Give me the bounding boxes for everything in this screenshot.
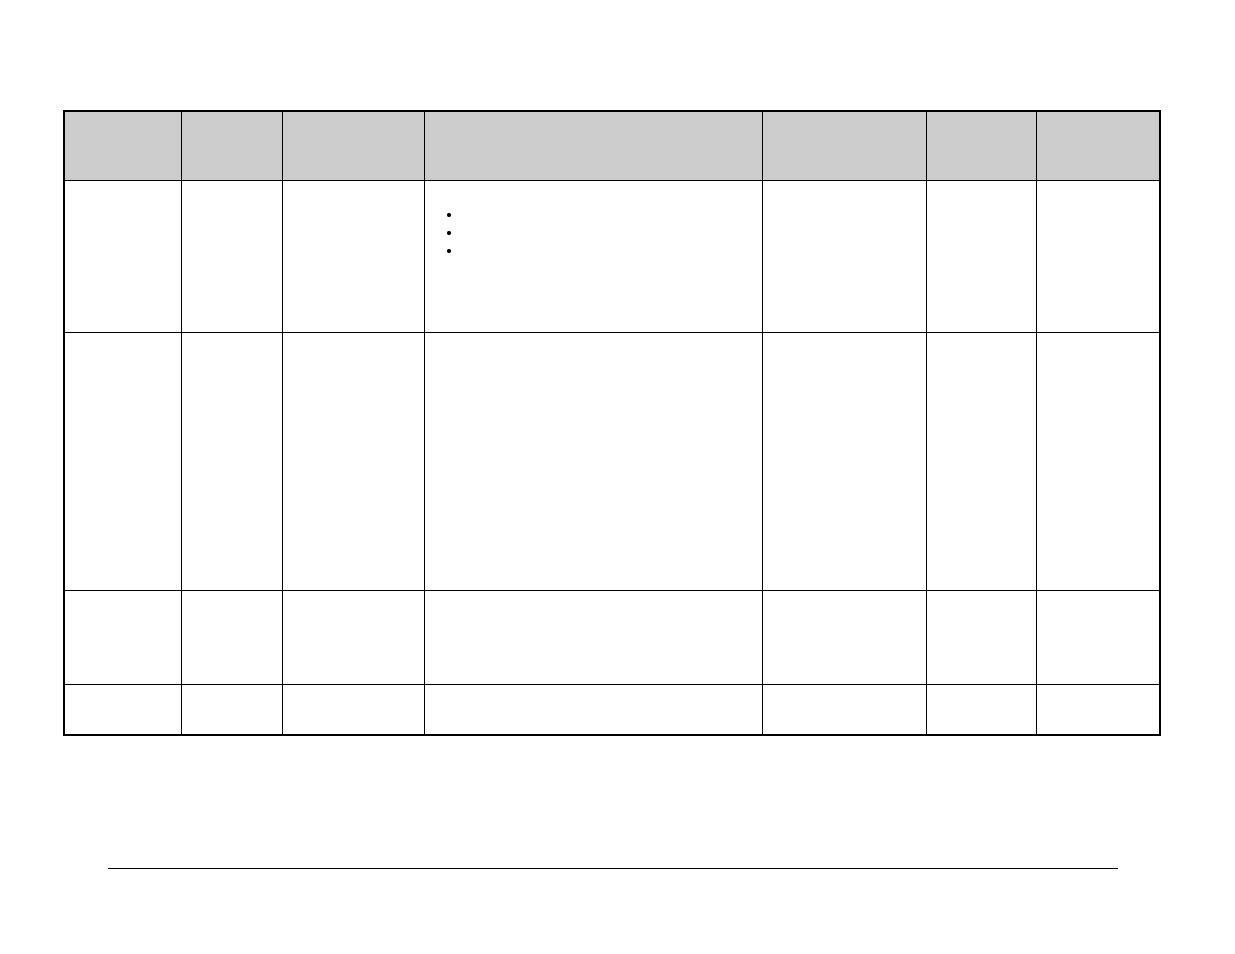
table-cell bbox=[181, 591, 282, 685]
table-cell bbox=[424, 685, 762, 735]
table-cell bbox=[64, 181, 181, 333]
table-row bbox=[64, 181, 1160, 333]
table-cell bbox=[762, 685, 926, 735]
table-cell bbox=[64, 591, 181, 685]
bullet-item bbox=[461, 205, 752, 223]
table-cell bbox=[64, 333, 181, 591]
table-cell bbox=[282, 685, 424, 735]
table-header-cell bbox=[926, 111, 1036, 181]
table-cell bbox=[424, 333, 762, 591]
table-cell bbox=[1036, 181, 1160, 333]
table-header-cell bbox=[1036, 111, 1160, 181]
table-header-cell bbox=[424, 111, 762, 181]
footer-rule bbox=[108, 868, 1118, 869]
table-cell bbox=[181, 181, 282, 333]
table-row bbox=[64, 333, 1160, 591]
bullet-item bbox=[461, 223, 752, 241]
table-cell bbox=[64, 685, 181, 735]
table-cell bbox=[424, 181, 762, 333]
document-table bbox=[63, 110, 1161, 736]
bullet-item bbox=[461, 241, 752, 259]
table-cell bbox=[282, 181, 424, 333]
table-header-cell bbox=[64, 111, 181, 181]
table-header-row bbox=[64, 111, 1160, 181]
table-row bbox=[64, 591, 1160, 685]
table-cell bbox=[762, 333, 926, 591]
table-cell bbox=[926, 333, 1036, 591]
table-header-cell bbox=[762, 111, 926, 181]
bullet-list bbox=[435, 205, 752, 259]
table-cell bbox=[181, 333, 282, 591]
table-row bbox=[64, 685, 1160, 735]
table-cell bbox=[1036, 685, 1160, 735]
table-header-cell bbox=[181, 111, 282, 181]
table-cell bbox=[926, 591, 1036, 685]
table-cell bbox=[181, 685, 282, 735]
table-cell bbox=[926, 685, 1036, 735]
table-cell bbox=[762, 181, 926, 333]
table-cell bbox=[926, 181, 1036, 333]
table-cell bbox=[762, 591, 926, 685]
table-cell bbox=[282, 333, 424, 591]
table-cell bbox=[1036, 333, 1160, 591]
document-page bbox=[0, 0, 1235, 954]
table-cell bbox=[282, 591, 424, 685]
table-header-cell bbox=[282, 111, 424, 181]
table-cell bbox=[424, 591, 762, 685]
table-cell bbox=[1036, 591, 1160, 685]
